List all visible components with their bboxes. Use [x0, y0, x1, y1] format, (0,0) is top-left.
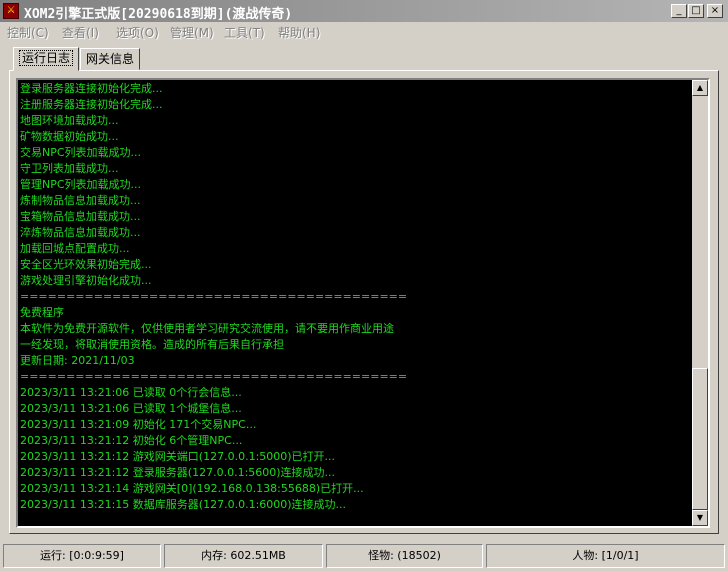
scroll-up-button[interactable]: ▲	[692, 80, 708, 96]
log-line: 游戏处理引擎初始化成功...	[20, 274, 152, 287]
log-line: 宝箱物品信息加载成功...	[20, 210, 141, 223]
log-line: 矿物数据初始成功...	[20, 130, 119, 143]
log-line: 炼制物品信息加载成功...	[20, 194, 141, 207]
maximize-button[interactable]: □	[688, 4, 704, 18]
tab-run-log-label: 运行日志	[19, 50, 74, 66]
log-line: ========================================…	[20, 290, 408, 303]
app-logo-icon[interactable]: ⚔	[3, 3, 19, 19]
log-line: 更新日期: 2021/11/03	[20, 354, 135, 367]
log-line: 2023/3/11 13:21:15 数据库服务器(127.0.0.1:6000…	[20, 498, 347, 511]
tab-gateway-info-label: 网关信息	[86, 52, 135, 66]
status-bar: 运行: [0:0:9:59] 内存: 602.51MB 怪物: (18502) …	[0, 543, 728, 571]
menu-options[interactable]: 选项(O)	[116, 24, 159, 41]
log-line: 加载回城点配置成功...	[20, 242, 130, 255]
log-line: 守卫列表加载成功...	[20, 162, 119, 175]
log-line: 一经发现，将取消使用资格。造成的所有后果自行承担	[20, 338, 284, 351]
log-lines: 登录服务器连接初始化完成... 注册服务器连接初始化完成... 地图环境加载成功..…	[20, 81, 690, 513]
menu-help[interactable]: 帮助(H)	[278, 24, 320, 41]
log-line: 本软件为免费开源软件，仅供使用者学习研究交流使用，请不要用作商业用途	[20, 322, 394, 335]
minimize-button[interactable]: _	[671, 4, 687, 18]
scroll-down-button[interactable]: ▼	[692, 510, 708, 526]
scroll-thumb[interactable]	[692, 368, 708, 510]
close-button[interactable]: ×	[707, 4, 723, 18]
log-line: 2023/3/11 13:21:06 已读取 1个城堡信息...	[20, 402, 242, 415]
log-line: 安全区光环效果初始完成...	[20, 258, 152, 271]
log-output[interactable]: 登录服务器连接初始化完成... 注册服务器连接初始化完成... 地图环境加载成功..…	[16, 78, 710, 528]
log-line: 2023/3/11 13:21:14 游戏网关[0](192.168.0.138…	[20, 482, 364, 495]
log-line: 2023/3/11 13:21:12 登录服务器(127.0.0.1:5600)…	[20, 466, 336, 479]
log-line: 注册服务器连接初始化完成...	[20, 98, 163, 111]
status-runtime: 运行: [0:0:9:59]	[3, 544, 161, 568]
tab-gateway-info[interactable]: 网关信息	[80, 48, 141, 70]
log-line: ========================================…	[20, 370, 408, 383]
title-bar[interactable]: ⚔ XOM2引擎正式版[20290618到期](渡战传奇) _ □ ×	[0, 0, 728, 22]
menu-view[interactable]: 查看(I)	[62, 24, 99, 41]
log-line: 2023/3/11 13:21:12 初始化 6个管理NPC...	[20, 434, 243, 447]
log-line: 交易NPC列表加载成功...	[20, 146, 142, 159]
status-players: 人物: [1/0/1]	[486, 544, 725, 568]
log-line: 免费程序	[20, 306, 64, 319]
log-line: 登录服务器连接初始化完成...	[20, 82, 163, 95]
log-line: 2023/3/11 13:21:09 初始化 171个交易NPC...	[20, 418, 257, 431]
status-monsters: 怪物: (18502)	[326, 544, 483, 568]
log-line: 地图环境加载成功...	[20, 114, 119, 127]
log-line: 淬炼物品信息加载成功...	[20, 226, 141, 239]
menu-bar: 控制(C) 查看(I) 选项(O) 管理(M) 工具(T) 帮助(H)	[0, 22, 728, 42]
status-memory: 内存: 602.51MB	[164, 544, 323, 568]
window-title: XOM2引擎正式版[20290618到期](渡战传奇)	[24, 7, 293, 22]
tab-run-log[interactable]: 运行日志	[13, 47, 80, 71]
log-scrollbar[interactable]: ▲ ▼	[692, 80, 708, 526]
menu-tools[interactable]: 工具(T)	[224, 24, 265, 41]
menu-manage[interactable]: 管理(M)	[170, 24, 214, 41]
log-line: 2023/3/11 13:21:12 游戏网关端口(127.0.0.1:5000…	[20, 450, 336, 463]
menu-control[interactable]: 控制(C)	[7, 24, 49, 41]
log-line: 管理NPC列表加载成功...	[20, 178, 142, 191]
log-line: 2023/3/11 13:21:06 已读取 0个行会信息...	[20, 386, 242, 399]
